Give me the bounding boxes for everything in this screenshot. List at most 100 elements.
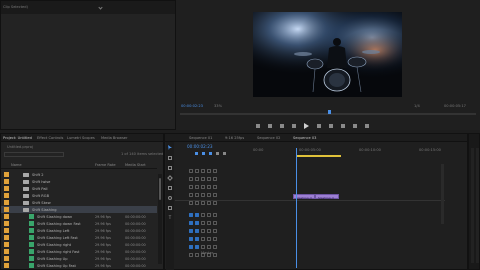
lock-icon[interactable] — [189, 221, 193, 225]
program-timecode[interactable]: 00:00:02:23 — [181, 104, 203, 109]
mute-icon[interactable] — [213, 177, 217, 181]
project-clip-row[interactable]: Shift Slashing right 29.96 fps 00:00:00:00 — [1, 241, 157, 248]
label-color-swatch[interactable] — [4, 179, 9, 184]
mute-icon[interactable] — [213, 185, 217, 189]
zoom-select[interactable]: 33% — [214, 104, 222, 109]
timeline-timecode[interactable]: 00:00:02:23 — [187, 144, 213, 149]
mute-icon[interactable] — [213, 253, 217, 257]
chevron-down-icon[interactable] — [98, 5, 103, 10]
eye-icon[interactable] — [207, 169, 211, 173]
lock-icon[interactable] — [189, 245, 193, 249]
target-icon[interactable] — [195, 245, 199, 249]
timeline-clip[interactable]: Slashing d — [315, 194, 339, 200]
mute-icon[interactable] — [213, 193, 217, 197]
project-bin-row[interactable]: Shift Pall — [1, 185, 157, 192]
lock-icon[interactable] — [189, 213, 193, 217]
project-clip-row[interactable]: Shift Slashing Left Fast 29.96 fps 00:00:0… — [1, 234, 157, 241]
project-bin-row[interactable]: Shift 2 — [1, 171, 157, 178]
eye-icon[interactable] — [207, 185, 211, 189]
video-track-header[interactable] — [189, 200, 265, 207]
mute-icon[interactable] — [213, 169, 217, 173]
label-color-swatch[interactable] — [4, 214, 9, 219]
project-bin-row[interactable]: Shift RGB — [1, 192, 157, 199]
eye-icon[interactable] — [207, 213, 211, 217]
target-icon[interactable] — [195, 169, 199, 173]
project-scroll-thumb[interactable] — [159, 178, 161, 200]
sync-lock-icon[interactable] — [201, 201, 205, 205]
target-icon[interactable] — [195, 229, 199, 233]
label-color-swatch[interactable] — [4, 235, 9, 240]
label-color-swatch[interactable] — [4, 200, 9, 205]
video-track-header[interactable] — [189, 176, 265, 183]
mute-icon[interactable] — [213, 237, 217, 241]
wrench-icon[interactable] — [223, 152, 226, 155]
column-media-start[interactable]: Media Start — [125, 163, 146, 168]
project-clip-row[interactable]: Shift Slashing Left 29.96 fps 00:00:00:00 — [1, 227, 157, 234]
column-frame-rate[interactable]: Frame Rate — [95, 163, 116, 168]
label-color-swatch[interactable] — [4, 193, 9, 198]
ripple-edit-icon[interactable] — [168, 166, 172, 170]
audio-track-header[interactable] — [189, 228, 265, 235]
target-icon[interactable] — [195, 221, 199, 225]
project-clip-row[interactable]: Shift Slashing Up Fast 29.96 fps 00:00:00:… — [1, 262, 157, 269]
column-name[interactable]: Name — [11, 163, 22, 168]
eye-icon[interactable] — [207, 245, 211, 249]
tab-9-16-25fps[interactable]: 9:16 25fps — [225, 136, 244, 140]
lock-icon[interactable] — [189, 177, 193, 181]
target-icon[interactable] — [195, 193, 199, 197]
video-track-header[interactable] — [189, 168, 265, 175]
step-forward-icon[interactable] — [317, 124, 321, 128]
export-frame-icon[interactable] — [365, 124, 369, 128]
target-icon[interactable] — [195, 237, 199, 241]
eye-icon[interactable] — [207, 201, 211, 205]
razor-tool-icon[interactable] — [167, 175, 173, 181]
tab-sequence-02[interactable]: Sequence 02 — [257, 136, 280, 140]
audio-track-header[interactable] — [189, 220, 265, 227]
label-color-swatch[interactable] — [4, 263, 9, 268]
sync-lock-icon[interactable] — [201, 193, 205, 197]
eye-icon[interactable] — [207, 237, 211, 241]
label-color-swatch[interactable] — [4, 186, 9, 191]
project-scrollbar[interactable] — [158, 174, 162, 264]
timeline-ruler[interactable]: 00:00 00:00:05:00 00:00:10:00 00:00:15:0… — [249, 146, 449, 156]
target-icon[interactable] — [195, 201, 199, 205]
eye-icon[interactable] — [207, 193, 211, 197]
video-track-header[interactable] — [189, 192, 265, 199]
lock-icon[interactable] — [189, 193, 193, 197]
project-search-input[interactable] — [4, 152, 64, 157]
project-clip-row[interactable]: Shift Slashing Up 29.96 fps 00:00:00:00 — [1, 255, 157, 262]
project-clip-row[interactable]: Shift Slashing down 29.96 fps 00:00:00:00 — [1, 213, 157, 220]
hand-tool-icon[interactable] — [168, 206, 172, 210]
sync-lock-icon[interactable] — [201, 213, 205, 217]
mark-in-icon[interactable] — [256, 124, 260, 128]
sync-lock-icon[interactable] — [201, 237, 205, 241]
eye-icon[interactable] — [207, 221, 211, 225]
project-bin-row[interactable]: Shift Skew — [1, 199, 157, 206]
project-clip-row[interactable]: Shift Slashing down Fast 29.96 fps 00:00:0… — [1, 220, 157, 227]
audio-track-header[interactable] — [189, 212, 265, 219]
tab-lumetri-scopes[interactable]: Lumetri Scopes — [67, 136, 95, 140]
tab-effect-controls[interactable]: Effect Controls — [37, 136, 63, 140]
pen-tool-icon[interactable] — [168, 196, 172, 200]
mark-out-icon[interactable] — [268, 124, 272, 128]
eye-icon[interactable] — [207, 229, 211, 233]
lock-icon[interactable] — [189, 237, 193, 241]
extract-icon[interactable] — [353, 124, 357, 128]
mute-icon[interactable] — [213, 229, 217, 233]
tab-sequence-01[interactable]: Sequence 01 — [189, 136, 212, 140]
target-icon[interactable] — [195, 253, 199, 257]
label-color-swatch[interactable] — [4, 242, 9, 247]
go-to-out-icon[interactable] — [329, 124, 333, 128]
project-clip-row[interactable]: Shift Slashing right Fast 29.96 fps 00:00:… — [1, 248, 157, 255]
slip-tool-icon[interactable] — [168, 186, 172, 190]
lock-icon[interactable] — [189, 185, 193, 189]
track-select-icon[interactable] — [168, 156, 172, 160]
go-to-in-icon[interactable] — [280, 124, 284, 128]
lock-icon[interactable] — [189, 253, 193, 257]
step-back-icon[interactable] — [292, 124, 296, 128]
linked-selection-icon[interactable] — [209, 152, 212, 155]
target-icon[interactable] — [195, 185, 199, 189]
tab-media-browser[interactable]: Media Browser — [101, 136, 128, 140]
label-color-swatch[interactable] — [4, 172, 9, 177]
label-color-swatch[interactable] — [4, 256, 9, 261]
